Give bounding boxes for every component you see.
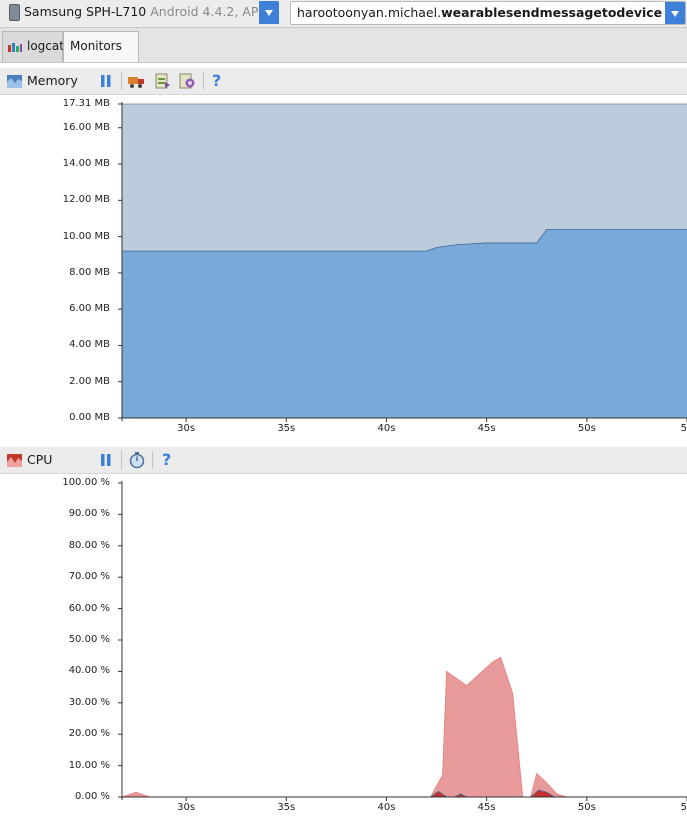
y-tick-label: 2.00 MB xyxy=(69,375,110,387)
y-tick-label: 12.00 MB xyxy=(62,194,110,206)
x-tick-label: 50s xyxy=(577,423,596,434)
x-tick-label: 30s xyxy=(177,423,196,434)
x-tick-label: 55 xyxy=(680,423,687,434)
x-tick-label: 30s xyxy=(177,802,196,813)
y-tick-label: 0.00 MB xyxy=(69,412,110,423)
y-tick-label: 17.31 MB xyxy=(62,98,110,109)
series-area-0 xyxy=(122,657,687,797)
x-tick-label: 35s xyxy=(277,802,296,813)
y-tick-label: 50.00 % xyxy=(68,634,110,645)
x-tick-label: 45s xyxy=(477,423,496,434)
y-tick-label: 6.00 MB xyxy=(69,303,110,315)
x-tick-label: 50s xyxy=(577,802,596,813)
y-tick-label: 30.00 % xyxy=(68,696,110,708)
series-line-0 xyxy=(121,656,687,798)
y-tick-label: 10.00 MB xyxy=(62,230,110,242)
y-tick-label: 10.00 % xyxy=(68,759,110,771)
y-tick-label: 80.00 % xyxy=(68,539,110,551)
y-tick-label: 14.00 MB xyxy=(62,158,110,170)
y-tick-label: 40.00 % xyxy=(68,665,110,677)
series-area-1 xyxy=(122,790,687,797)
y-tick-label: 16.00 MB xyxy=(62,121,110,133)
x-tick-label: 35s xyxy=(277,423,296,434)
x-tick-label: 55 xyxy=(680,802,687,813)
y-tick-label: 100.00 % xyxy=(62,477,110,488)
y-tick-label: 0.00 % xyxy=(75,791,110,802)
x-tick-label: 40s xyxy=(377,423,396,434)
y-tick-label: 4.00 MB xyxy=(69,339,110,351)
y-tick-label: 8.00 MB xyxy=(69,266,110,278)
x-tick-label: 40s xyxy=(377,802,396,813)
y-tick-label: 60.00 % xyxy=(68,602,110,614)
y-tick-label: 20.00 % xyxy=(68,728,110,740)
y-tick-label: 90.00 % xyxy=(68,508,110,520)
series-line-1 xyxy=(122,789,687,798)
y-tick-label: 70.00 % xyxy=(68,571,110,583)
x-tick-label: 45s xyxy=(477,802,496,813)
